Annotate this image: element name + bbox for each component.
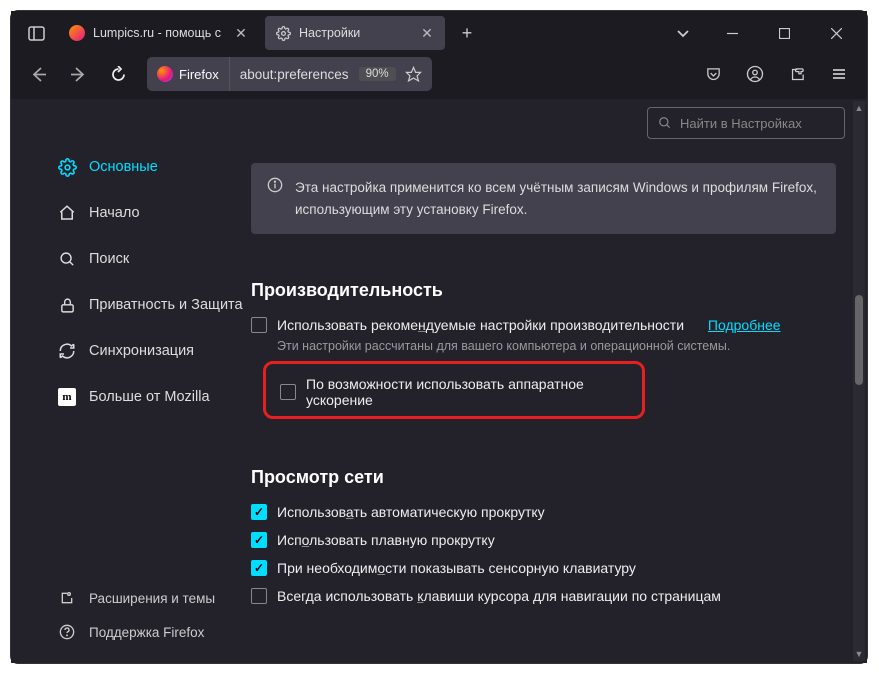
category-label: Основные [89,159,158,175]
smoothscroll-checkbox-row[interactable]: ✓ Использовать плавную прокрутку [251,532,847,548]
puzzle-icon [57,590,77,606]
checkbox-unchecked-icon[interactable] [280,384,296,400]
link-label: Поддержка Firefox [89,625,204,640]
support-link[interactable]: Поддержка Firefox [51,615,251,649]
scroll-up-icon[interactable]: ▲ [853,101,865,115]
touchkeyboard-checkbox-row[interactable]: ✓ При необходимости показывать сенсорную… [251,560,847,576]
app-menu-icon[interactable] [821,58,857,90]
perf-recommended-checkbox-row[interactable]: Использовать рекомендуемые настройки про… [251,317,847,333]
scrollbar-track[interactable] [853,115,865,647]
checkbox-label: По возможности использовать аппаратное у… [306,376,628,408]
identity-label: Firefox [179,67,219,82]
tab-lumpics[interactable]: Lumpics.ru - помощь с компьютером ✕ [59,16,259,50]
category-label: Больше от Mozilla [89,389,210,405]
vertical-scrollbar[interactable]: ▲ ▼ [853,101,865,661]
learn-more-link[interactable]: Подробнее [708,317,781,333]
window-maximize-button[interactable] [761,11,807,55]
extensions-icon[interactable] [779,58,815,90]
tab-title: Lumpics.ru - помощь с компьютером [93,26,225,40]
search-icon [658,116,672,130]
autoscroll-checkbox-row[interactable]: ✓ Использовать автоматическую прокрутку [251,504,847,520]
hardware-accel-highlight: По возможности использовать аппаратное у… [263,361,645,419]
checkbox-checked-icon[interactable]: ✓ [251,504,267,520]
category-search[interactable]: Поиск [51,236,251,282]
link-label: Расширения и темы [89,591,215,606]
url-bar[interactable]: Firefox about:preferences 90% [147,57,432,91]
category-label: Приватность и Защита [89,297,243,313]
checkbox-label: При необходимости показывать сенсорную к… [277,560,636,576]
preferences-search-input[interactable]: Найти в Настройках [647,107,845,139]
tab-title: Настройки [299,26,411,40]
mozilla-icon: m [57,388,77,406]
reload-button[interactable] [101,58,135,90]
sync-icon [57,342,77,360]
forward-button [61,58,95,90]
performance-heading: Производительность [251,280,847,301]
perf-hwaccel-checkbox-row[interactable]: По возможности использовать аппаратное у… [280,376,628,408]
category-sync[interactable]: Синхронизация [51,328,251,374]
scroll-down-icon[interactable]: ▼ [853,647,865,661]
close-tab-icon[interactable]: ✕ [419,25,435,41]
gear-icon [57,158,77,177]
checkbox-checked-icon[interactable]: ✓ [251,560,267,576]
category-label: Поиск [89,251,129,267]
info-icon [267,177,283,220]
checkbox-label: Использовать рекомендуемые настройки про… [277,317,684,333]
window-minimize-button[interactable] [709,11,755,55]
perf-hint: Эти настройки рассчитаны для вашего комп… [277,339,847,353]
caretbrowse-checkbox-row[interactable]: Всегда использовать клавиши курсора для … [251,588,847,604]
checkbox-label: Использовать автоматическую прокрутку [277,504,545,520]
lock-icon [57,297,77,314]
category-mozilla[interactable]: m Больше от Mozilla [51,374,251,420]
extensions-link[interactable]: Расширения и темы [51,581,251,615]
close-tab-icon[interactable]: ✕ [233,25,249,41]
category-home[interactable]: Начало [51,190,251,236]
url-text: about:preferences [230,67,359,82]
tab-settings[interactable]: Настройки ✕ [265,16,445,50]
browsing-heading: Просмотр сети [251,467,847,488]
category-label: Начало [89,205,140,221]
help-icon [57,624,77,640]
window-close-button[interactable] [813,11,859,55]
gear-icon [275,25,291,41]
firefox-logo-icon [157,66,173,82]
info-text: Эта настройка применится ко всем учётным… [295,177,820,220]
home-icon [57,204,77,222]
checkbox-label: Всегда использовать клавиши курсора для … [277,588,721,604]
scrollbar-thumb[interactable] [855,295,863,385]
category-privacy[interactable]: Приватность и Защита [51,282,251,328]
back-button[interactable] [21,58,55,90]
checkbox-unchecked-icon[interactable] [251,588,267,604]
checkbox-unchecked-icon[interactable] [251,317,267,333]
search-placeholder: Найти в Настройках [680,116,802,131]
info-message: Эта настройка применится ко всем учётным… [251,163,836,234]
search-icon [57,251,77,268]
favicon-lumpics [69,25,85,41]
pocket-icon[interactable] [695,58,731,90]
zoom-badge[interactable]: 90% [359,67,396,81]
bookmark-star-icon[interactable] [396,66,432,83]
category-label: Синхронизация [89,343,194,359]
identity-box[interactable]: Firefox [147,57,230,91]
panel-sidebar-button[interactable] [19,17,53,49]
checkbox-label: Использовать плавную прокрутку [277,532,495,548]
new-tab-button[interactable]: + [451,17,483,49]
category-general[interactable]: Основные [51,144,251,190]
checkbox-checked-icon[interactable]: ✓ [251,532,267,548]
account-icon[interactable] [737,58,773,90]
tabs-dropdown-icon[interactable] [663,26,703,40]
